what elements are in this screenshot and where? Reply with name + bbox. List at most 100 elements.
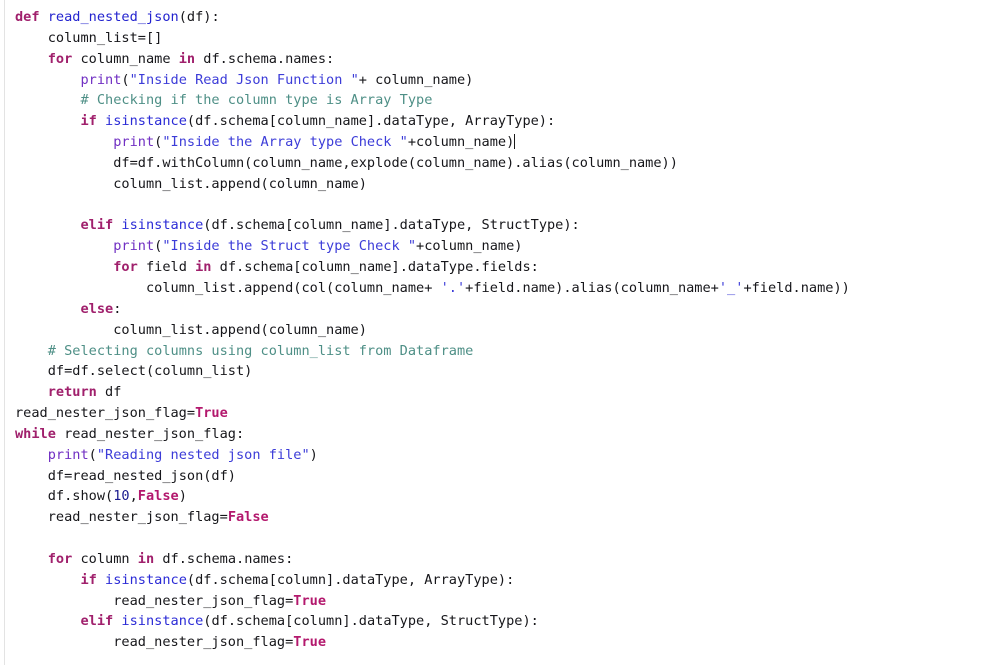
code-line[interactable]: column_list.append(col(column_name+ '.'+…	[15, 278, 999, 299]
token-plain: +column_name)	[416, 238, 523, 255]
token-plain: +column_name)	[407, 134, 515, 151]
token-plain: (	[88, 446, 97, 463]
code-line[interactable]: print("Reading nested json file")	[15, 445, 999, 466]
token-keyword: for	[113, 259, 138, 276]
token-function: isinstance	[113, 613, 204, 630]
token-keyword: if	[80, 571, 97, 588]
code-line[interactable]: elif isinstance(df.schema[column_name].d…	[15, 215, 999, 236]
token-keyword: in	[178, 50, 196, 67]
code-line[interactable]: for column in df.schema.names:	[15, 549, 999, 570]
token-plain: ,	[129, 488, 138, 505]
code-line[interactable]: if isinstance(df.schema[column].dataType…	[15, 570, 999, 591]
token-string: "Reading nested json file"	[96, 446, 310, 463]
token-function: isinstance	[96, 571, 187, 588]
token-comment: # Checking if the column type is Array T…	[80, 92, 433, 109]
code-line[interactable]: read_nester_json_flag=False	[15, 507, 999, 528]
code-line[interactable]: column_list=[]	[15, 28, 999, 49]
token-keyword: else	[80, 300, 114, 317]
token-constant: True	[293, 634, 327, 651]
token-builtin: print	[47, 446, 89, 463]
token-plain: (	[121, 71, 130, 88]
token-plain: (df.schema[column_name].dataType, ArrayT…	[186, 113, 556, 130]
token-constant: False	[137, 488, 179, 505]
token-plain: df=read_nested_json(df)	[47, 467, 236, 484]
token-plain: )	[178, 488, 187, 505]
token-builtin: print	[113, 134, 155, 151]
token-plain: read_nester_json_flag:	[55, 425, 245, 442]
token-keyword: return	[47, 384, 97, 401]
token-keyword: in	[137, 550, 155, 567]
token-plain: read_nester_json_flag=	[113, 634, 294, 651]
token-keyword: for	[47, 550, 73, 567]
token-plain: (df.schema[column_name].dataType, Struct…	[203, 217, 580, 234]
token-function-name: read_nested_json	[47, 9, 179, 25]
token-keyword: while	[15, 425, 56, 442]
token-function: isinstance	[113, 217, 204, 234]
code-line[interactable]: read_nester_json_flag=True	[15, 632, 999, 653]
code-line[interactable]: while read_nester_json_flag:	[15, 424, 999, 445]
token-plain: df.schema.names:	[154, 550, 294, 567]
code-line[interactable]: read_nester_json_flag=True	[15, 591, 999, 612]
token-plain: df.schema.names:	[195, 50, 335, 67]
token-plain: field	[137, 259, 196, 276]
token-plain: (df):	[178, 9, 220, 25]
code-line[interactable]: column_list.append(column_name)	[15, 320, 999, 341]
code-line[interactable]: print("Inside Read Json Function "+ colu…	[15, 70, 999, 91]
token-plain: df	[96, 384, 122, 401]
code-line[interactable]: read_nester_json_flag=True	[15, 403, 999, 424]
token-plain: df.schema[column_name].dataType.fields:	[211, 259, 539, 276]
token-plain: df=df.select(column_list)	[47, 363, 253, 380]
code-text-area[interactable]: def read_nested_json(df): column_list=[]…	[0, 0, 999, 653]
token-string: '.'	[440, 279, 466, 296]
token-plain: column_list=[]	[15, 29, 163, 46]
code-line[interactable]: df=df.select(column_list)	[15, 361, 999, 382]
code-line[interactable]: def read_nested_json(df):	[15, 7, 999, 28]
text-cursor-caret	[513, 134, 515, 150]
token-plain: read_nester_json_flag=	[47, 509, 228, 526]
token-plain: (df.schema[column].dataType, ArrayType):	[186, 571, 515, 588]
token-keyword: if	[80, 113, 97, 130]
token-plain: +field.name))	[743, 279, 850, 296]
code-line[interactable]: for field in df.schema[column_name].data…	[15, 257, 999, 278]
token-comment: # Selecting columns using column_list fr…	[47, 342, 474, 359]
token-function: isinstance	[96, 113, 187, 130]
code-line[interactable]: # Checking if the column type is Array T…	[15, 90, 999, 111]
code-editor[interactable]: def read_nested_json(df): column_list=[]…	[0, 0, 999, 665]
code-line[interactable]: for column_name in df.schema.names:	[15, 49, 999, 70]
token-plain: column_list.append(column_name)	[113, 175, 367, 192]
token-plain: column_list.append(col(column_name+	[145, 279, 441, 296]
code-line[interactable]: # Selecting columns using column_list fr…	[15, 341, 999, 362]
token-builtin: print	[80, 71, 122, 88]
code-line[interactable]: column_list.append(column_name)	[15, 174, 999, 195]
code-line[interactable]: return df	[15, 382, 999, 403]
token-string: "Inside Read Json Function "	[129, 71, 359, 88]
code-line-blank[interactable]	[15, 195, 999, 216]
code-line-with-caret[interactable]: print("Inside the Array type Check "+col…	[15, 132, 999, 153]
code-line[interactable]: print("Inside the Struct type Check "+co…	[15, 236, 999, 257]
token-constant: True	[293, 592, 327, 609]
code-line[interactable]: if isinstance(df.schema[column_name].dat…	[15, 111, 999, 132]
token-plain: :	[113, 300, 122, 317]
token-constant: False	[227, 509, 269, 526]
token-plain: column	[72, 550, 138, 567]
token-builtin: print	[113, 238, 155, 255]
token-string: "Inside the Struct type Check "	[162, 238, 417, 255]
code-line[interactable]: df=df.withColumn(column_name,explode(col…	[15, 153, 999, 174]
code-line[interactable]: elif isinstance(df.schema[column].dataTy…	[15, 611, 999, 632]
token-plain: +field.name).alias(column_name+	[465, 279, 719, 296]
token-plain: df.show(	[47, 488, 114, 505]
token-string: "Inside the Array type Check "	[162, 134, 408, 151]
code-line[interactable]: df.show(10,False)	[15, 486, 999, 507]
token-keyword: elif	[80, 613, 114, 630]
token-constant: True	[195, 405, 228, 422]
token-number: 10	[113, 488, 130, 505]
code-line-blank[interactable]	[15, 528, 999, 549]
code-line[interactable]: else:	[15, 299, 999, 320]
token-string: '_'	[718, 279, 744, 296]
code-line[interactable]: df=read_nested_json(df)	[15, 466, 999, 487]
token-plain: )	[309, 446, 318, 463]
token-plain: df=df.withColumn(column_name,explode(col…	[113, 154, 678, 171]
token-keyword: elif	[80, 217, 114, 234]
token-keyword: def	[15, 9, 40, 25]
token-plain: read_nester_json_flag=	[113, 592, 294, 609]
